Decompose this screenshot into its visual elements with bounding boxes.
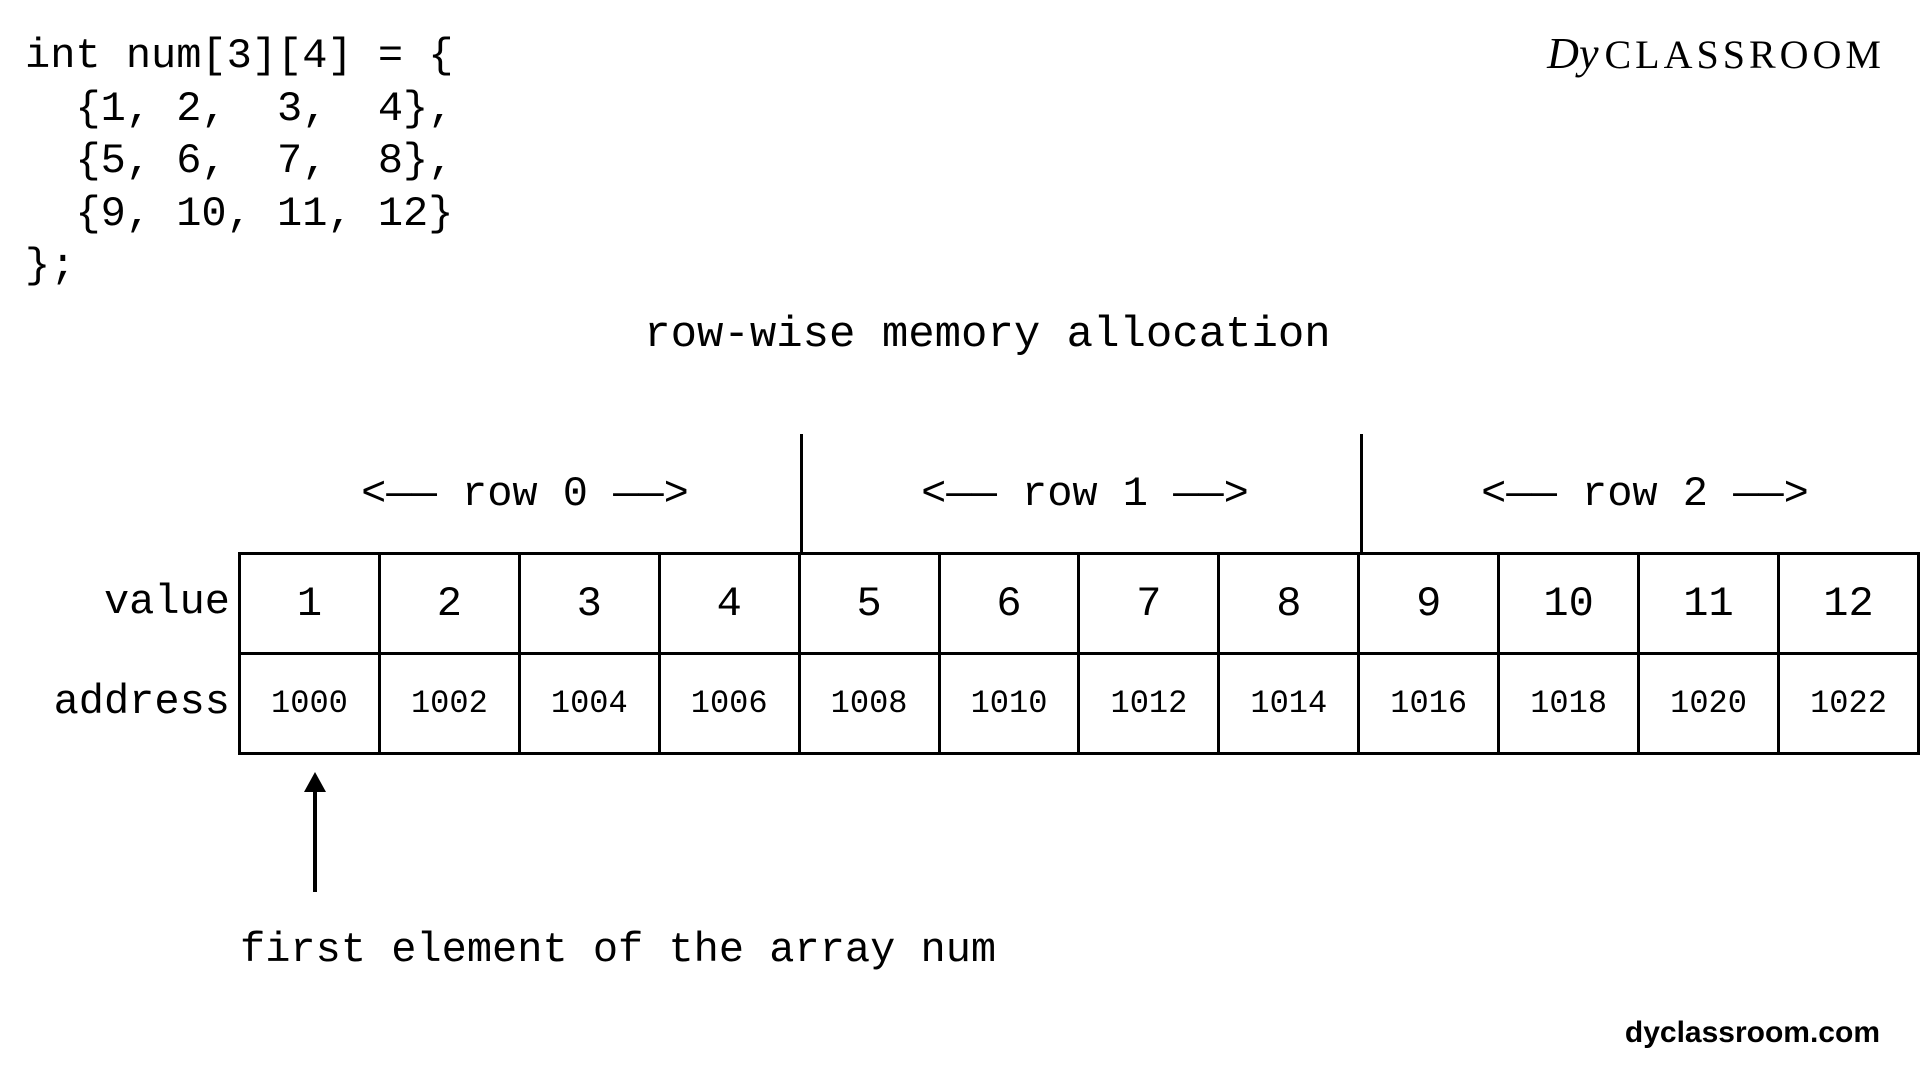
row-header-2: <—— row 2 ——> <box>1365 470 1920 518</box>
value-cell: 9 <box>1359 554 1499 654</box>
address-cell: 1006 <box>659 654 799 754</box>
address-cell: 1016 <box>1359 654 1499 754</box>
value-cell: 10 <box>1499 554 1639 654</box>
memory-table: 1 2 3 4 5 6 7 8 9 10 11 12 1000 1002 100… <box>238 552 1920 755</box>
diagram-title: row-wise memory allocation <box>644 310 1331 360</box>
address-cell: 1004 <box>519 654 659 754</box>
footer-credit: dyclassroom.com <box>1625 1016 1880 1050</box>
arrow-up-icon <box>300 772 330 892</box>
address-cell: 1018 <box>1499 654 1639 754</box>
address-cell: 1000 <box>240 654 380 754</box>
row-labels: value address <box>20 552 230 752</box>
value-label: value <box>20 552 230 652</box>
row-header-0: <—— row 0 ——> <box>245 470 805 518</box>
value-row: 1 2 3 4 5 6 7 8 9 10 11 12 <box>240 554 1919 654</box>
memory-table-wrap: value address 1 2 3 4 5 6 7 8 9 10 11 12… <box>20 552 1920 755</box>
first-element-caption: first element of the array num <box>240 926 996 974</box>
value-cell: 5 <box>799 554 939 654</box>
address-row: 1000 1002 1004 1006 1008 1010 1012 1014 … <box>240 654 1919 754</box>
address-cell: 1002 <box>379 654 519 754</box>
value-cell: 3 <box>519 554 659 654</box>
row-divider-2 <box>1360 434 1363 552</box>
address-cell: 1014 <box>1219 654 1359 754</box>
address-cell: 1010 <box>939 654 1079 754</box>
value-cell: 8 <box>1219 554 1359 654</box>
logo-text: CLASSROOM <box>1604 32 1885 77</box>
row-header-1: <—— row 1 ——> <box>805 470 1365 518</box>
address-cell: 1022 <box>1778 654 1918 754</box>
address-cell: 1008 <box>799 654 939 754</box>
value-cell: 1 <box>240 554 380 654</box>
value-cell: 4 <box>659 554 799 654</box>
value-cell: 2 <box>379 554 519 654</box>
value-cell: 11 <box>1639 554 1779 654</box>
address-cell: 1020 <box>1639 654 1779 754</box>
code-block: int num[3][4] = { {1, 2, 3, 4}, {5, 6, 7… <box>25 30 453 293</box>
logo-prefix: Dy <box>1547 29 1598 78</box>
address-label: address <box>20 652 230 752</box>
row-headers: <—— row 0 ——> <—— row 1 ——> <—— row 2 ——… <box>245 470 1920 518</box>
value-cell: 6 <box>939 554 1079 654</box>
row-divider-1 <box>800 434 803 552</box>
value-cell: 12 <box>1778 554 1918 654</box>
brand-logo: DyCLASSROOM <box>1547 28 1885 79</box>
value-cell: 7 <box>1079 554 1219 654</box>
address-cell: 1012 <box>1079 654 1219 754</box>
